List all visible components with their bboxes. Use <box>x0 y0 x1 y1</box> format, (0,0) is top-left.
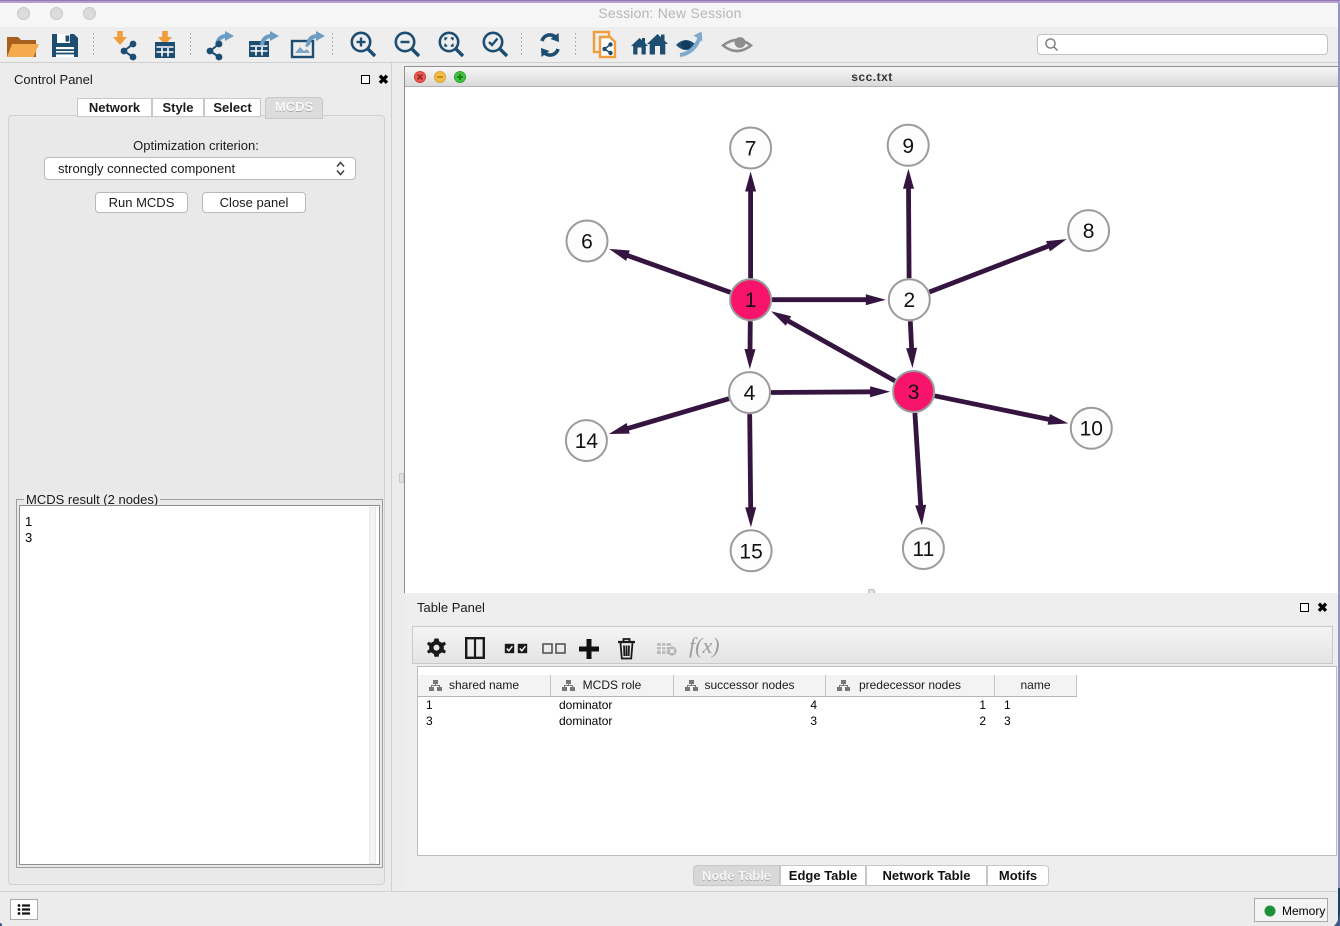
svg-text:7: 7 <box>745 138 757 161</box>
svg-text:10: 10 <box>1080 418 1103 441</box>
svg-text:6: 6 <box>581 231 593 254</box>
svg-text:3: 3 <box>908 381 920 404</box>
svg-text:15: 15 <box>739 540 762 563</box>
svg-text:1: 1 <box>745 289 757 312</box>
svg-text:2: 2 <box>903 289 915 312</box>
svg-text:9: 9 <box>902 135 914 158</box>
svg-text:8: 8 <box>1083 220 1095 243</box>
svg-text:11: 11 <box>912 538 934 561</box>
svg-text:14: 14 <box>575 430 599 453</box>
svg-text:4: 4 <box>744 382 756 405</box>
